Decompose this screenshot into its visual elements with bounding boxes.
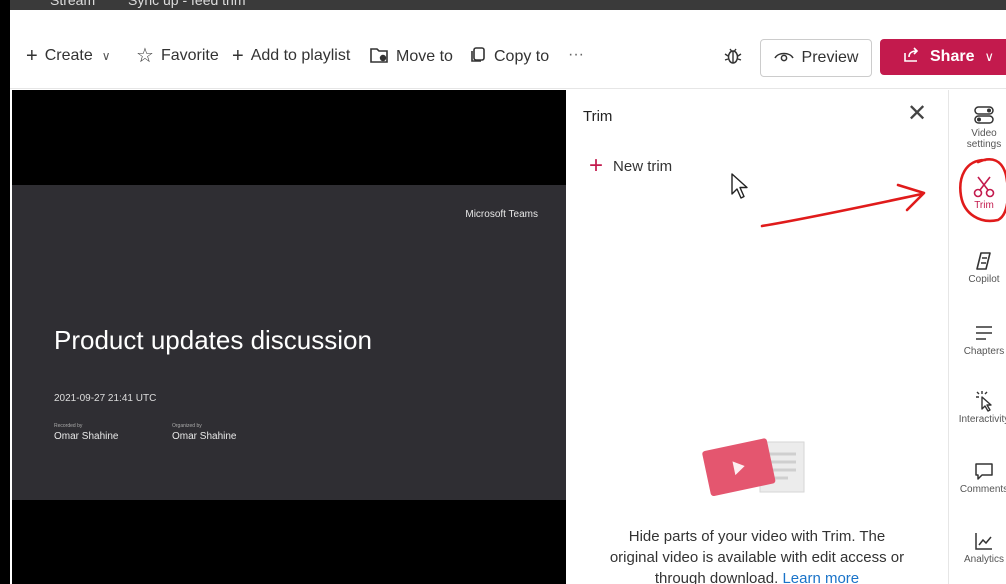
scissors-icon bbox=[949, 172, 1006, 200]
bug-icon bbox=[724, 46, 742, 70]
rail-copilot[interactable]: Copilot bbox=[949, 246, 1006, 285]
organized-by-label: Organized by bbox=[172, 423, 202, 429]
video-title: Product updates discussion bbox=[54, 325, 372, 355]
copy-to-button[interactable]: Copy to bbox=[469, 46, 549, 68]
rail-label-trim: Trim bbox=[974, 200, 994, 211]
copy-icon bbox=[469, 46, 487, 68]
new-trim-button[interactable]: + New trim bbox=[589, 154, 672, 178]
organized-by-name: Omar Shahine bbox=[172, 431, 237, 442]
copilot-icon bbox=[949, 246, 1006, 274]
more-options-button[interactable]: ··· bbox=[568, 46, 584, 64]
empty-state-message: Hide parts of your video with Trim. The … bbox=[609, 528, 905, 584]
rail-label-analytics: Analytics bbox=[963, 554, 1004, 565]
mouse-pointer-icon bbox=[730, 172, 750, 205]
empty-state-text: Hide parts of your video with Trim. The … bbox=[607, 526, 907, 584]
chevron-down-icon: ∨ bbox=[101, 49, 111, 63]
video-slide: Microsoft Teams Product updates discussi… bbox=[12, 185, 566, 500]
file-name: Sync up - feed trim bbox=[128, 0, 246, 8]
recorded-by: Recorded by Omar Shahine bbox=[54, 423, 118, 442]
rail-label-interactivity: Interactivity bbox=[958, 414, 1006, 425]
app-name: Stream bbox=[50, 0, 96, 8]
copy-to-label: Copy to bbox=[494, 48, 550, 65]
create-button[interactable]: + Create ∨ bbox=[26, 46, 111, 66]
recording-datetime: 2021-09-27 21:41 UTC bbox=[54, 393, 157, 404]
add-to-playlist-label: Add to playlist bbox=[250, 47, 351, 64]
brand-label: Microsoft Teams bbox=[465, 209, 538, 220]
rail-trim[interactable]: Trim bbox=[949, 172, 1006, 211]
favorite-label: Favorite bbox=[160, 47, 219, 64]
video-player[interactable]: Microsoft Teams Product updates discussi… bbox=[12, 90, 566, 584]
folder-move-icon bbox=[369, 46, 389, 68]
comment-icon bbox=[949, 456, 1006, 484]
rail-analytics[interactable]: Analytics bbox=[949, 526, 1006, 565]
organized-by: Organized by Omar Shahine bbox=[172, 423, 236, 442]
rail-chapters[interactable]: Chapters bbox=[949, 318, 1006, 357]
new-trim-label: New trim bbox=[613, 157, 673, 175]
preview-label: Preview bbox=[801, 49, 859, 66]
chart-line-icon bbox=[949, 526, 1006, 554]
eye-icon bbox=[773, 49, 794, 68]
learn-more-link[interactable]: Learn more bbox=[782, 570, 859, 584]
share-button[interactable]: Share ∨ bbox=[880, 39, 1006, 75]
share-label: Share bbox=[930, 48, 975, 65]
cursor-click-icon bbox=[949, 386, 1006, 414]
list-icon bbox=[949, 318, 1006, 346]
rail-interactivity[interactable]: Interactivity bbox=[949, 386, 1006, 425]
recorded-by-label: Recorded by bbox=[54, 423, 83, 429]
rail-label-video-settings: Video settings bbox=[966, 128, 1002, 150]
chevron-down-icon: ∨ bbox=[984, 49, 994, 64]
plus-icon: + bbox=[232, 45, 244, 67]
rail-label-copilot: Copilot bbox=[968, 274, 1000, 285]
move-to-label: Move to bbox=[396, 48, 453, 65]
right-rail: Video settings Trim Copilot Chapters Int… bbox=[948, 90, 1006, 584]
close-icon[interactable]: ✕ bbox=[907, 102, 927, 126]
stream-app: Stream Sync up - feed trim + Create ∨ ☆ … bbox=[10, 0, 1006, 584]
create-label: Create bbox=[44, 47, 93, 64]
toggle-settings-icon bbox=[949, 100, 1006, 128]
star-icon: ☆ bbox=[136, 45, 154, 67]
panel-title: Trim bbox=[583, 108, 613, 125]
bug-report-button[interactable] bbox=[724, 46, 742, 70]
add-to-playlist-button[interactable]: + Add to playlist bbox=[232, 46, 350, 66]
rail-label-chapters: Chapters bbox=[963, 346, 1005, 357]
move-to-button[interactable]: Move to bbox=[369, 46, 453, 68]
plus-icon: + bbox=[589, 152, 604, 179]
trim-panel: Trim ✕ + New trim Hide parts of your vid… bbox=[567, 90, 947, 584]
rail-label-comments: Comments bbox=[959, 484, 1006, 495]
preview-button[interactable]: Preview bbox=[760, 39, 872, 77]
plus-icon: + bbox=[26, 45, 38, 67]
rail-video-settings[interactable]: Video settings bbox=[949, 100, 1006, 150]
recorded-by-name: Omar Shahine bbox=[54, 431, 119, 442]
trim-illustration bbox=[700, 432, 812, 509]
share-icon bbox=[902, 46, 920, 68]
title-bar: Stream Sync up - feed trim bbox=[10, 0, 1006, 10]
favorite-button[interactable]: ☆ Favorite bbox=[136, 46, 219, 66]
rail-comments[interactable]: Comments bbox=[949, 456, 1006, 495]
command-bar: + Create ∨ ☆ Favorite + Add to playlist … bbox=[10, 10, 1006, 89]
